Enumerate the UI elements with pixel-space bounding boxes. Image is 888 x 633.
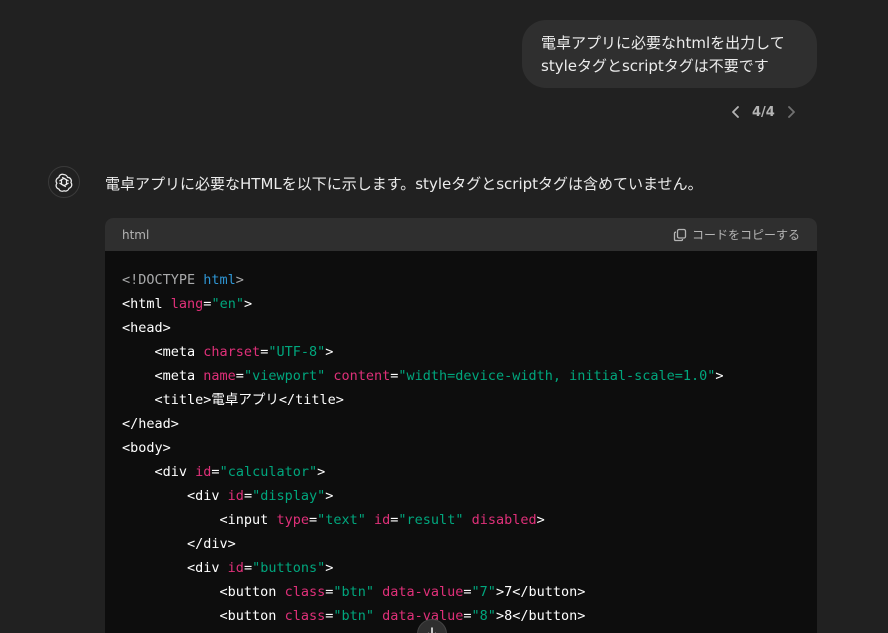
previous-response-button[interactable] — [726, 100, 746, 124]
code-content: <!DOCTYPE html> <html lang="en"> <head> <m… — [105, 251, 817, 628]
copy-icon — [673, 228, 687, 241]
code-line: <div id="buttons"> — [122, 560, 334, 576]
code-language-label: html — [122, 227, 150, 242]
copy-code-label: コードをコピーする — [691, 228, 800, 242]
code-line: <!DOCTYPE html> — [122, 272, 244, 288]
user-message-line-1: 電卓アプリに必要なhtmlを出力して — [541, 34, 785, 52]
arrow-down-icon — [427, 627, 437, 633]
code-line: <title>電卓アプリ</title> — [122, 392, 344, 408]
code-line: <button class="btn" data-value="7">7</bu… — [122, 584, 586, 600]
assistant-intro-text: 電卓アプリに必要なHTMLを以下に示します。styleタグとscriptタグは含… — [105, 175, 703, 193]
chevron-right-icon — [787, 106, 795, 118]
code-line: <div id="display"> — [122, 488, 334, 504]
code-line: <meta charset="UTF-8"> — [122, 344, 334, 360]
code-line: <button class="btn" data-value="8">8</bu… — [122, 608, 586, 624]
response-count: 4/4 — [752, 104, 775, 120]
next-response-button[interactable] — [781, 100, 801, 124]
chevron-left-icon — [732, 106, 739, 118]
code-line: <meta name="viewport" content="width=dev… — [122, 368, 724, 384]
chat-page: 電卓アプリに必要なhtmlを出力して styleタグとscriptタグは不要です… — [0, 0, 888, 633]
copy-code-button[interactable]: コードをコピーする — [673, 226, 800, 243]
code-line: <input type="text" id="result" disabled> — [122, 512, 545, 528]
user-message-line-2: styleタグとscriptタグは不要です — [541, 57, 769, 75]
code-line: <head> — [122, 320, 171, 336]
code-block: html コードをコピーする <!DOCTYPE html> <html lang… — [105, 218, 817, 633]
code-line: <body> — [122, 440, 171, 456]
user-message-bubble: 電卓アプリに必要なhtmlを出力して styleタグとscriptタグは不要です — [522, 20, 817, 88]
code-line: </head> — [122, 416, 179, 432]
openai-logo-icon — [55, 173, 73, 192]
assistant-avatar — [48, 166, 80, 198]
code-line: <html lang="en"> — [122, 296, 253, 312]
response-pager: 4/4 — [726, 100, 801, 124]
code-line: </div> — [122, 536, 236, 552]
code-line: <div id="calculator"> — [122, 464, 326, 480]
code-block-header: html コードをコピーする — [105, 218, 817, 251]
